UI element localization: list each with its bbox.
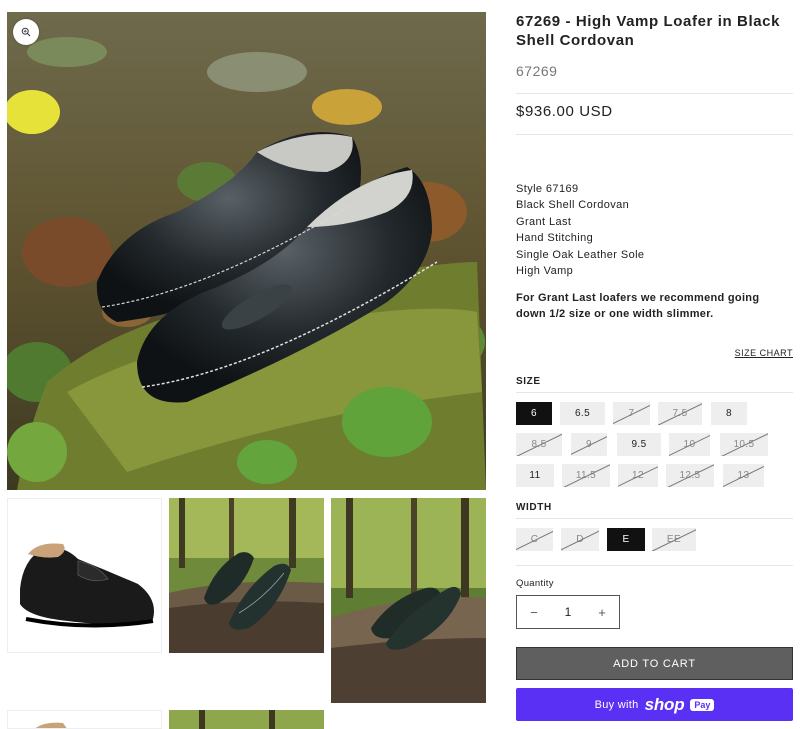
thumbnail-4[interactable] xyxy=(7,710,162,729)
size-option[interactable]: 13 xyxy=(723,464,764,487)
product-sku: 67269 xyxy=(516,63,558,79)
product-title: 67269 - High Vamp Loafer in Black Shell … xyxy=(516,13,781,49)
size-option[interactable]: 11 xyxy=(516,464,554,487)
width-option[interactable]: C xyxy=(516,528,553,551)
width-option[interactable]: EE xyxy=(652,528,696,551)
width-label: WIDTH xyxy=(516,502,552,513)
product-price: $936.00 USD xyxy=(516,103,613,120)
thumbnail-5[interactable] xyxy=(169,710,324,729)
width-option[interactable]: D xyxy=(561,528,599,551)
zoom-icon xyxy=(21,27,31,37)
quantity-increase-button[interactable]: + xyxy=(585,605,619,620)
size-option[interactable]: 12.5 xyxy=(666,464,714,487)
description-line: Grant Last xyxy=(516,215,572,228)
size-option[interactable]: 6 xyxy=(516,402,552,425)
thumbnail-1[interactable] xyxy=(7,498,162,653)
size-option[interactable]: 7 xyxy=(613,402,650,425)
thumbnail-2[interactable] xyxy=(169,498,324,653)
divider xyxy=(516,134,793,135)
add-to-cart-button[interactable]: ADD TO CART xyxy=(516,647,793,680)
size-option[interactable]: 7.5 xyxy=(658,402,702,425)
divider xyxy=(516,392,793,393)
size-option[interactable]: 11.5 xyxy=(562,464,610,487)
size-option[interactable]: 9.5 xyxy=(617,433,661,456)
size-chart-link[interactable]: SIZE CHART xyxy=(735,348,793,358)
main-product-image[interactable] xyxy=(7,12,486,490)
description-line: Style 67169 xyxy=(516,183,579,195)
shop-logo: shop xyxy=(644,694,685,714)
quantity-label: Quantity xyxy=(516,578,554,589)
buy-with-label: Buy with xyxy=(594,698,639,711)
divider xyxy=(516,518,793,519)
description-line: Black Shell Cordovan xyxy=(516,199,630,212)
product-description: Style 67169 Black Shell Cordovan Grant L… xyxy=(516,181,644,279)
size-option[interactable]: 10.5 xyxy=(720,433,768,456)
description-line: Hand Stitching xyxy=(516,232,594,245)
divider xyxy=(516,565,793,566)
quantity-decrease-button[interactable]: − xyxy=(517,605,551,620)
description-line: Single Oak Leather Sole xyxy=(516,248,645,261)
zoom-button[interactable] xyxy=(13,19,39,45)
size-option[interactable]: 8.5 xyxy=(516,433,562,456)
size-option[interactable]: 8 xyxy=(711,402,747,425)
product-gallery xyxy=(0,0,500,729)
size-option[interactable]: 6.5 xyxy=(560,402,605,425)
shop-pay-button[interactable]: Buy with shop Pay xyxy=(516,688,793,721)
size-option[interactable]: 12 xyxy=(618,464,658,487)
quantity-input[interactable]: 1 xyxy=(551,605,585,619)
pay-badge: Pay xyxy=(690,698,715,711)
description-line: High Vamp xyxy=(516,265,574,278)
thumbnail-3[interactable] xyxy=(331,498,486,703)
size-option[interactable]: 9 xyxy=(571,433,607,456)
size-option[interactable]: 10 xyxy=(669,433,710,456)
width-option[interactable]: E xyxy=(607,528,645,551)
fit-note: For Grant Last loafers we recommend goin… xyxy=(516,292,760,321)
divider xyxy=(516,93,793,94)
quantity-stepper: − 1 + xyxy=(516,595,620,629)
size-label: SIZE xyxy=(516,376,541,387)
